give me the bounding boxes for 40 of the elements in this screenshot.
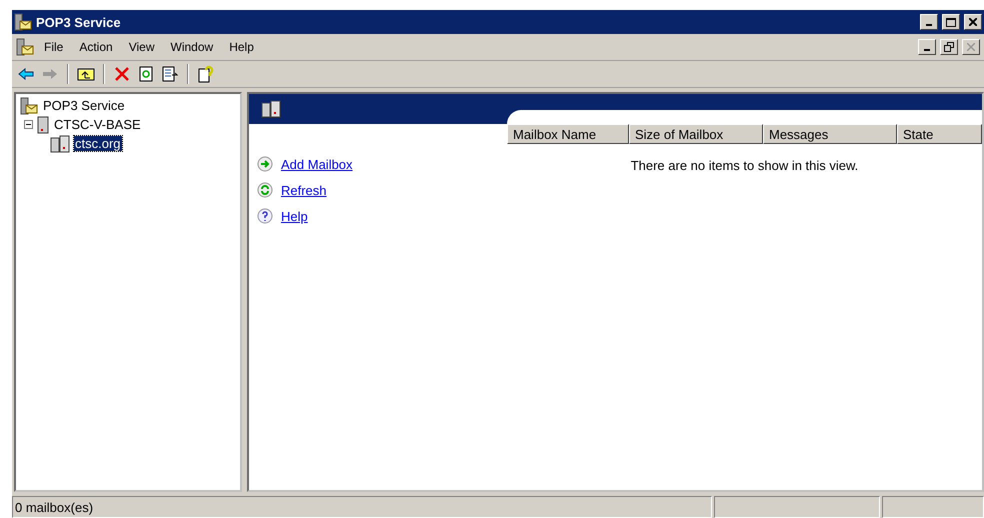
column-header[interactable]: Size of Mailbox: [629, 124, 763, 144]
menu-item[interactable]: File: [38, 38, 70, 56]
collapse-icon[interactable]: [24, 120, 33, 129]
restore-button[interactable]: [940, 39, 958, 55]
minimize-button[interactable]: [918, 39, 936, 55]
server-icon: [37, 116, 49, 134]
close-icon: [969, 18, 977, 26]
tree-item[interactable]: CTSC-V-BASE: [53, 117, 142, 132]
close-icon: [967, 43, 975, 51]
column-header[interactable]: Mailbox Name: [507, 124, 629, 144]
refresh-icon: [257, 182, 273, 198]
column-header[interactable]: State: [897, 124, 982, 144]
menu-item[interactable]: Help: [223, 38, 260, 56]
empty-message: There are no items to show in this view.: [630, 158, 858, 173]
window-title: POP3 Service: [36, 14, 122, 30]
mail-server-icon: [16, 38, 34, 56]
close-button[interactable]: [964, 14, 982, 30]
menu-item[interactable]: View: [122, 38, 160, 56]
tree-item[interactable]: POP3 Service: [42, 98, 126, 113]
menu-item[interactable]: Window: [164, 38, 220, 56]
task-link[interactable]: Help: [257, 208, 507, 224]
mail-server-icon: [20, 96, 38, 114]
status-text: 0 mailbox(es): [12, 496, 712, 518]
servers-icon: [50, 134, 70, 152]
restore-icon: [944, 42, 954, 52]
servers-icon: [261, 100, 281, 118]
tree-item[interactable]: ctsc.org: [74, 136, 122, 151]
task-link[interactable]: Refresh: [257, 182, 507, 198]
maximize-button[interactable]: [942, 14, 960, 30]
help-icon: [257, 208, 273, 224]
minimize-button[interactable]: [920, 14, 938, 30]
arrow-right-icon: [257, 156, 273, 172]
close-button[interactable]: [962, 39, 980, 55]
export-list-icon[interactable]: [160, 64, 180, 84]
maximize-icon: [946, 18, 956, 26]
column-header[interactable]: Messages: [763, 124, 897, 144]
task-link[interactable]: Add Mailbox: [257, 156, 507, 172]
menu-item[interactable]: Action: [73, 38, 119, 56]
mail-server-icon: [14, 13, 32, 31]
help-icon[interactable]: [196, 64, 216, 84]
